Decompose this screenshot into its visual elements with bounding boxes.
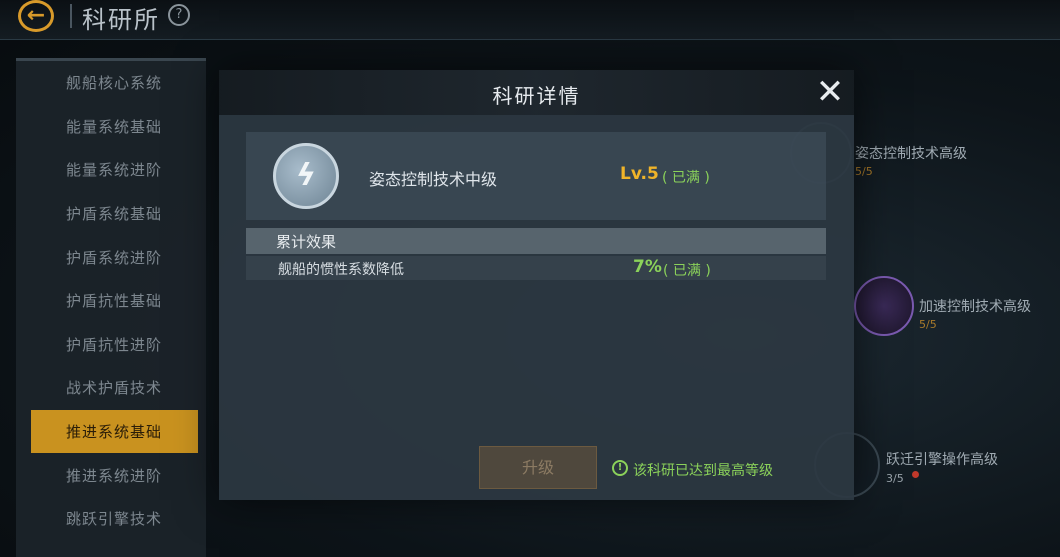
sidebar-item-shield-advanced[interactable]: 护盾系统进阶 [16,235,206,279]
tree-node-count: 5/5 [855,165,873,178]
sidebar-item-jump-engine[interactable]: 跳跃引擎技术 [16,497,206,541]
effect-status: ( 已满 ) [663,263,711,279]
tech-icon: ϟ [273,143,339,209]
tree-node-label: 姿态控制技术高级 [855,146,967,162]
info-icon: ! [612,460,628,476]
tech-level-status: ( 已满 ) [662,170,710,186]
modal-title: 科研详情 [492,84,581,108]
page-title: 科研所 [82,6,160,34]
effect-header-label: 累计效果 [276,233,337,251]
sidebar-item-ship-core[interactable]: 舰船核心系统 [16,61,206,105]
help-icon[interactable]: ? [168,4,190,26]
top-bar: ← 科研所 ? [0,0,1060,40]
tree-node-acceleration-advanced[interactable] [854,276,914,336]
tree-node-label: 加速控制技术高级 [919,299,1031,315]
effect-header: 累计效果 [246,228,826,254]
tree-node-count: 5/5 [919,318,937,331]
sidebar-item-propulsion-advanced[interactable]: 推进系统进阶 [16,453,206,497]
sidebar-item-energy-advanced[interactable]: 能量系统进阶 [16,148,206,192]
tech-card: ϟ 姿态控制技术中级 Lv.5 ( 已满 ) [246,132,826,220]
divider [70,4,72,28]
notification-dot [912,471,919,478]
sidebar-item-energy-basic[interactable]: 能量系统基础 [16,105,206,149]
effect-row: 舰船的惯性系数降低 7% ( 已满 ) [246,256,826,280]
upgrade-button[interactable]: 升级 [479,446,597,489]
tech-name: 姿态控制技术中级 [369,170,498,189]
sidebar-item-shield-basic[interactable]: 护盾系统基础 [16,192,206,236]
sidebar-item-tactical-shield[interactable]: 战术护盾技术 [16,366,206,410]
tech-level: Lv.5 [620,164,659,184]
tree-node-count: 3/5 [886,472,904,485]
sidebar-item-propulsion-basic[interactable]: 推进系统基础 [31,409,198,454]
tree-node-label: 跃迁引擎操作高级 [886,452,998,468]
sidebar: 舰船核心系统 能量系统基础 能量系统进阶 护盾系统基础 护盾系统进阶 护盾抗性基… [16,58,206,557]
effect-name: 舰船的惯性系数降低 [278,262,404,278]
sidebar-item-shield-resist-basic[interactable]: 护盾抗性基础 [16,279,206,323]
sidebar-item-shield-resist-advanced[interactable]: 护盾抗性进阶 [16,323,206,367]
effect-value: 7% [633,257,662,277]
research-detail-modal: 科研详情 ✕ ϟ 姿态控制技术中级 Lv.5 ( 已满 ) 累计效果 舰船的惯性… [219,70,854,500]
max-level-notice: 该科研已达到最高等级 [633,463,773,479]
lightning-bolt-icon: ϟ [296,158,316,193]
back-arrow-icon[interactable]: ← [18,0,54,32]
close-icon[interactable]: ✕ [815,75,845,109]
